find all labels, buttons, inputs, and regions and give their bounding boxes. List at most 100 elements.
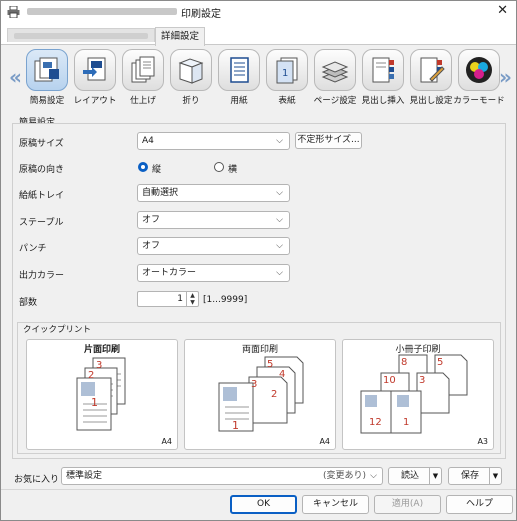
scroll-left-icon[interactable]: « xyxy=(9,65,22,89)
tab-setting-icon xyxy=(420,57,445,83)
copies-spinner[interactable]: 1 ▲ ▼ xyxy=(137,291,199,307)
tool-color-mode[interactable]: カラーモード xyxy=(453,49,505,109)
tool-finishing[interactable]: 仕上げ xyxy=(121,49,165,109)
tool-cover[interactable]: 1 表紙 xyxy=(265,49,309,109)
staple-label: ステープル xyxy=(19,218,64,228)
tool-tab-insert[interactable]: 見出し挿入 xyxy=(361,49,405,109)
copies-value: 1 xyxy=(177,294,183,304)
help-button[interactable]: ヘルプ xyxy=(446,495,513,514)
tool-fold[interactable]: 折り xyxy=(169,49,213,109)
color-mode-icon xyxy=(466,57,492,83)
punch-value: オフ xyxy=(142,241,161,251)
page-number-2: 2 xyxy=(271,389,277,400)
tool-quick-setup[interactable]: 簡易設定 xyxy=(25,49,69,109)
paper-tray-value: 自動選択 xyxy=(142,188,179,198)
save-dropdown-icon[interactable]: ▼ xyxy=(489,468,501,484)
card-paper-size: A4 xyxy=(319,437,330,446)
tool-paper[interactable]: 用紙 xyxy=(217,49,261,109)
output-color-select[interactable]: オートカラー ⌵ xyxy=(137,264,290,282)
portrait-radio[interactable] xyxy=(138,162,148,172)
copies-range: [1...9999] xyxy=(203,295,248,305)
cancel-button[interactable]: キャンセル xyxy=(302,495,369,514)
layout-icon xyxy=(83,57,106,81)
card-paper-size: A4 xyxy=(161,437,172,446)
original-size-label: 原稿サイズ xyxy=(19,139,64,149)
punch-label: パンチ xyxy=(19,244,47,254)
cover-icon: 1 xyxy=(276,57,298,84)
tab-advanced-settings[interactable]: 詳細設定 xyxy=(155,27,205,46)
tool-layout[interactable]: レイアウト xyxy=(73,49,117,109)
chevron-down-icon: ⌵ xyxy=(276,215,283,225)
finishing-icon xyxy=(131,56,155,83)
page-number-8: 8 xyxy=(401,357,407,368)
chevron-down-icon: ⌵ xyxy=(276,136,283,146)
page-number-1: 1 xyxy=(91,396,98,409)
chevron-down-icon: ⌵ xyxy=(276,241,283,251)
favorites-select[interactable]: 標準設定 (変更あり) ⌵ xyxy=(61,467,383,485)
page-number-2: 2 xyxy=(88,370,94,381)
svg-text:1: 1 xyxy=(282,68,288,79)
page-number-5: 5 xyxy=(267,359,273,370)
tab-insert-icon xyxy=(372,57,394,83)
paper-icon xyxy=(230,57,249,83)
feature-toolbar: « 簡易設定 レイアウト 仕上げ 折り 用紙 1 表紙 ページ設定 見出し挿入 … xyxy=(9,49,512,109)
landscape-label: 横 xyxy=(228,165,238,175)
simplex-print-card[interactable]: 片面印刷 3 2 1 A4 xyxy=(26,339,178,450)
simplex-pages-illustration: 3 2 1 xyxy=(76,357,126,431)
landscape-radio[interactable] xyxy=(214,162,224,172)
tool-label: カラーモード xyxy=(453,96,505,106)
duplex-print-card[interactable]: 両面印刷 5 4 3 2 1 A4 xyxy=(184,339,336,450)
output-color-label: 出力カラー xyxy=(19,271,65,281)
chevron-down-icon: ⌵ xyxy=(276,268,283,278)
close-icon[interactable]: ✕ xyxy=(497,3,508,18)
favorites-modified-hint: (変更あり) xyxy=(322,471,366,481)
page-setup-icon xyxy=(321,61,349,83)
save-label: 保存 xyxy=(460,471,479,481)
paper-tray-label: 給紙トレイ xyxy=(19,191,65,201)
duplex-pages-illustration: 5 4 3 2 1 xyxy=(218,356,304,432)
load-dropdown-icon[interactable]: ▼ xyxy=(429,468,441,484)
original-size-value: A4 xyxy=(142,136,154,146)
staple-select[interactable]: オフ ⌵ xyxy=(137,211,290,229)
page-number-3: 3 xyxy=(419,375,425,386)
title-bar: 印刷設定 ✕ xyxy=(1,1,516,23)
favorites-value: 標準設定 xyxy=(66,471,103,481)
load-label: 読込 xyxy=(400,471,419,481)
tool-page-setup[interactable]: ページ設定 xyxy=(313,49,357,109)
print-settings-window: 印刷設定 ✕ 詳細設定 « 簡易設定 レイアウト 仕上げ 折り 用紙 1 表紙 … xyxy=(0,0,517,521)
ok-button[interactable]: OK xyxy=(230,495,297,514)
booklet-pages-illustration: 8 5 10 3 12 1 xyxy=(360,354,468,434)
page-number-4: 4 xyxy=(279,369,285,380)
page-number-1: 1 xyxy=(232,419,239,432)
quick-print-title: クイックプリント xyxy=(23,325,92,335)
printer-icon xyxy=(7,6,20,18)
card-paper-size: A3 xyxy=(477,437,488,446)
custom-size-button[interactable]: 不定形サイズ... xyxy=(295,132,362,149)
page-number-5: 5 xyxy=(437,357,443,368)
footer-divider xyxy=(1,489,516,490)
apply-button[interactable]: 適用(A) xyxy=(374,495,441,514)
spinner-arrows-icon[interactable]: ▲ ▼ xyxy=(186,292,198,306)
scroll-right-icon[interactable]: » xyxy=(499,65,512,89)
output-color-value: オートカラー xyxy=(142,268,197,278)
tab-printer-redacted[interactable] xyxy=(7,28,155,42)
portrait-label: 縦 xyxy=(152,165,162,175)
favorites-label: お気に入り xyxy=(14,475,60,485)
printer-name-redacted xyxy=(27,8,177,15)
save-button[interactable]: 保存 ▼ xyxy=(448,467,502,485)
page-number-3: 3 xyxy=(96,360,102,371)
paper-tray-select[interactable]: 自動選択 ⌵ xyxy=(137,184,290,202)
punch-select[interactable]: オフ ⌵ xyxy=(137,237,290,255)
original-size-select[interactable]: A4 ⌵ xyxy=(137,132,290,150)
copies-label: 部数 xyxy=(19,298,38,308)
booklet-print-card[interactable]: 小冊子印刷 8 5 10 3 12 1 A3 xyxy=(342,339,494,450)
orientation-label: 原稿の向き xyxy=(19,165,65,175)
tool-tab-setting[interactable]: 見出し設定 xyxy=(409,49,453,109)
staple-value: オフ xyxy=(142,215,161,225)
window-title: 印刷設定 xyxy=(181,9,221,20)
chevron-down-icon: ⌵ xyxy=(370,471,377,481)
load-button[interactable]: 読込 ▼ xyxy=(388,467,442,485)
page-number-12: 12 xyxy=(369,417,382,428)
fold-icon xyxy=(178,58,204,84)
page-number-1: 1 xyxy=(403,417,409,428)
